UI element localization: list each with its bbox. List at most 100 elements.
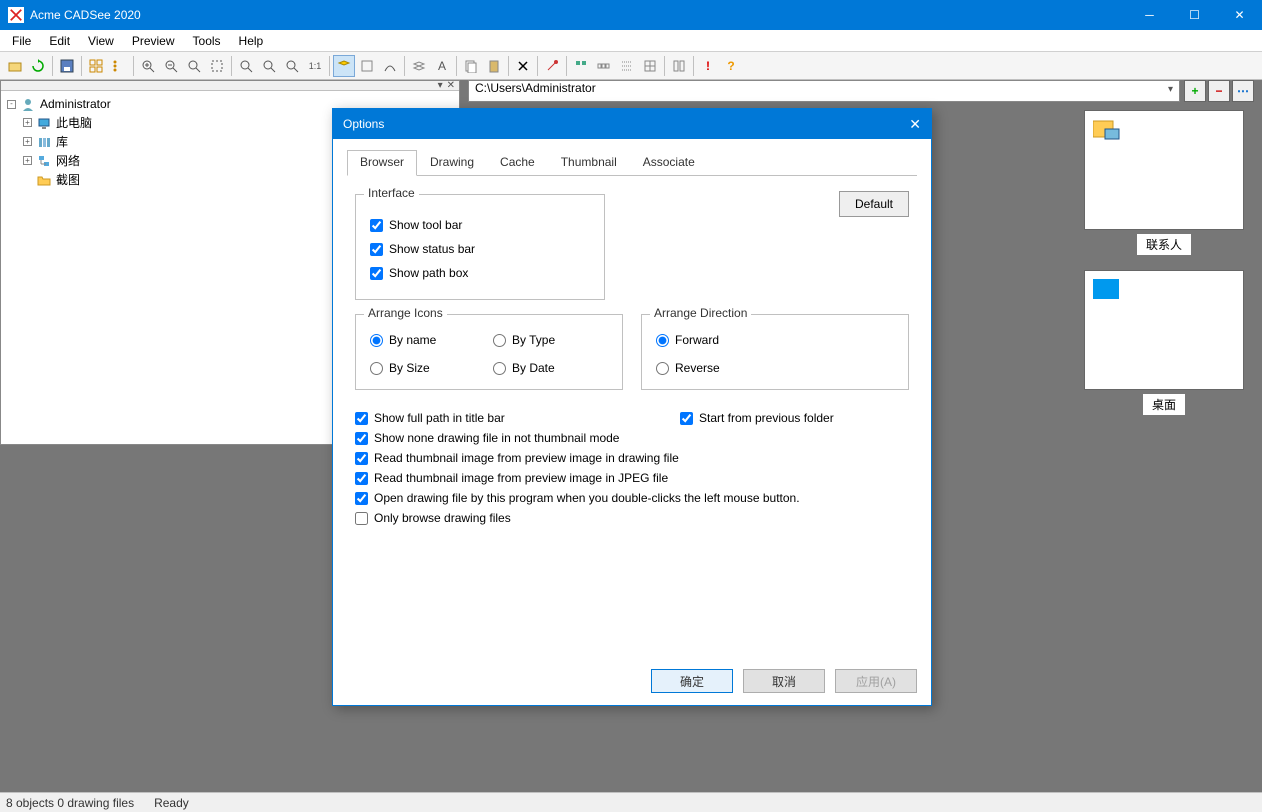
arrange-icons-legend: Arrange Icons xyxy=(364,306,447,320)
panel-close-icon[interactable]: ✕ xyxy=(447,80,455,91)
tb-copy-icon[interactable] xyxy=(460,55,482,77)
tb-grid5-icon[interactable] xyxy=(668,55,690,77)
rad-by-name[interactable]: By name xyxy=(370,333,485,347)
tb-grid1-icon[interactable] xyxy=(570,55,592,77)
tab-associate[interactable]: Associate xyxy=(630,150,708,176)
tb-paste-icon[interactable] xyxy=(483,55,505,77)
tree-item-label: 截图 xyxy=(56,171,80,188)
tb-refresh-icon[interactable] xyxy=(27,55,49,77)
chk-show-toolbar[interactable]: Show tool bar xyxy=(370,213,590,237)
tb-layouts-icon[interactable] xyxy=(356,55,378,77)
menu-file[interactable]: File xyxy=(4,32,39,50)
apply-button[interactable]: 应用(A) xyxy=(835,669,917,693)
path-input[interactable]: C:\Users\Administrator xyxy=(468,80,1180,102)
expand-icon[interactable]: - xyxy=(7,100,16,109)
computer-icon xyxy=(36,115,52,131)
titlebar: Acme CADSee 2020 ─ ☐ ✕ xyxy=(0,0,1262,30)
close-button[interactable]: ✕ xyxy=(1217,0,1262,30)
minimize-button[interactable]: ─ xyxy=(1127,0,1172,30)
thumb-label: 联系人 xyxy=(1137,234,1191,255)
folder-icon xyxy=(36,172,52,188)
path-remove-button[interactable]: − xyxy=(1208,80,1230,102)
tb-zoomext-icon[interactable] xyxy=(235,55,257,77)
tree-header: ▾✕ xyxy=(1,81,459,91)
chk-show-pathbox[interactable]: Show path box xyxy=(370,261,590,285)
dialog-title: Options xyxy=(343,117,384,131)
chk-only-browse[interactable]: Only browse drawing files xyxy=(355,508,909,528)
thumb-item[interactable]: 联系人 xyxy=(1084,110,1244,255)
tb-props-icon[interactable] xyxy=(541,55,563,77)
tb-zoom11-icon[interactable]: 1:1 xyxy=(304,55,326,77)
rad-reverse[interactable]: Reverse xyxy=(656,361,894,375)
rad-forward[interactable]: Forward xyxy=(656,333,894,347)
tree-item-label: 此电脑 xyxy=(56,114,92,131)
chk-open-dbl[interactable]: Open drawing file by this program when y… xyxy=(355,488,909,508)
tb-grid3-icon[interactable] xyxy=(616,55,638,77)
svg-text:A: A xyxy=(438,59,446,73)
user-icon xyxy=(20,96,36,112)
tab-thumbnail[interactable]: Thumbnail xyxy=(548,150,630,176)
tb-grid4-icon[interactable] xyxy=(639,55,661,77)
path-more-button[interactable]: ⋯ xyxy=(1232,80,1254,102)
tb-open-icon[interactable] xyxy=(4,55,26,77)
arrange-dir-legend: Arrange Direction xyxy=(650,306,751,320)
cancel-button[interactable]: 取消 xyxy=(743,669,825,693)
panel-pin-icon[interactable]: ▾ xyxy=(438,80,443,91)
tb-zoomout-icon[interactable] xyxy=(160,55,182,77)
menu-view[interactable]: View xyxy=(80,32,122,50)
menu-edit[interactable]: Edit xyxy=(41,32,78,50)
tree-root-label: Administrator xyxy=(40,97,111,111)
menubar: File Edit View Preview Tools Help xyxy=(0,30,1262,52)
tb-zoomall-icon[interactable] xyxy=(258,55,280,77)
pathbar: C:\Users\Administrator + − ⋯ xyxy=(468,80,1254,102)
tb-delete-icon[interactable] xyxy=(512,55,534,77)
tb-save-icon[interactable] xyxy=(56,55,78,77)
tb-zoom-icon[interactable] xyxy=(183,55,205,77)
menu-help[interactable]: Help xyxy=(231,32,272,50)
tb-grid2-icon[interactable] xyxy=(593,55,615,77)
menu-preview[interactable]: Preview xyxy=(124,32,183,50)
tb-text-icon[interactable]: A xyxy=(431,55,453,77)
tb-alert-icon[interactable]: ! xyxy=(697,55,719,77)
tree-item-label: 库 xyxy=(56,133,68,150)
toolbar: 1:1 A ! ? xyxy=(0,52,1262,80)
tab-browser[interactable]: Browser xyxy=(347,150,417,176)
tab-drawing[interactable]: Drawing xyxy=(417,150,487,176)
chk-read-thumb-dwg[interactable]: Read thumbnail image from preview image … xyxy=(355,448,909,468)
tb-list-icon[interactable] xyxy=(108,55,130,77)
tb-layers-icon[interactable] xyxy=(333,55,355,77)
chk-read-thumb-jpg[interactable]: Read thumbnail image from preview image … xyxy=(355,468,909,488)
dialog-close-button[interactable]: ✕ xyxy=(909,116,921,133)
expand-icon[interactable]: + xyxy=(23,156,32,165)
tb-layer2-icon[interactable] xyxy=(408,55,430,77)
ok-button[interactable]: 确定 xyxy=(651,669,733,693)
statusbar: 8 objects 0 drawing files Ready xyxy=(0,792,1262,812)
interface-legend: Interface xyxy=(364,186,419,200)
menu-tools[interactable]: Tools xyxy=(185,32,229,50)
chk-full-path[interactable]: Show full path in title bar xyxy=(355,408,680,428)
app-icon xyxy=(8,7,24,23)
tb-thumbs-icon[interactable] xyxy=(85,55,107,77)
maximize-button[interactable]: ☐ xyxy=(1172,0,1217,30)
rad-by-type[interactable]: By Type xyxy=(493,333,608,347)
expand-icon[interactable]: + xyxy=(23,118,32,127)
chk-show-statusbar[interactable]: Show status bar xyxy=(370,237,590,261)
rad-by-date[interactable]: By Date xyxy=(493,361,608,375)
tb-zoomwin-icon[interactable] xyxy=(206,55,228,77)
options-dialog: Options ✕ Browser Drawing Cache Thumbnai… xyxy=(332,108,932,706)
chk-start-prev[interactable]: Start from previous folder xyxy=(680,408,834,428)
tb-curve-icon[interactable] xyxy=(379,55,401,77)
thumb-label: 桌面 xyxy=(1143,394,1185,415)
tb-zoomin-icon[interactable] xyxy=(137,55,159,77)
tree-item-label: 网络 xyxy=(56,152,80,169)
app-title: Acme CADSee 2020 xyxy=(30,8,141,22)
chk-none-drawing[interactable]: Show none drawing file in not thumbnail … xyxy=(355,428,909,448)
tab-cache[interactable]: Cache xyxy=(487,150,548,176)
status-objects: 8 objects 0 drawing files xyxy=(6,796,134,810)
thumb-item[interactable]: 桌面 xyxy=(1084,270,1244,415)
path-add-button[interactable]: + xyxy=(1184,80,1206,102)
rad-by-size[interactable]: By Size xyxy=(370,361,485,375)
expand-icon[interactable]: + xyxy=(23,137,32,146)
tb-zoomfit-icon[interactable] xyxy=(281,55,303,77)
tb-help-icon[interactable]: ? xyxy=(720,55,742,77)
